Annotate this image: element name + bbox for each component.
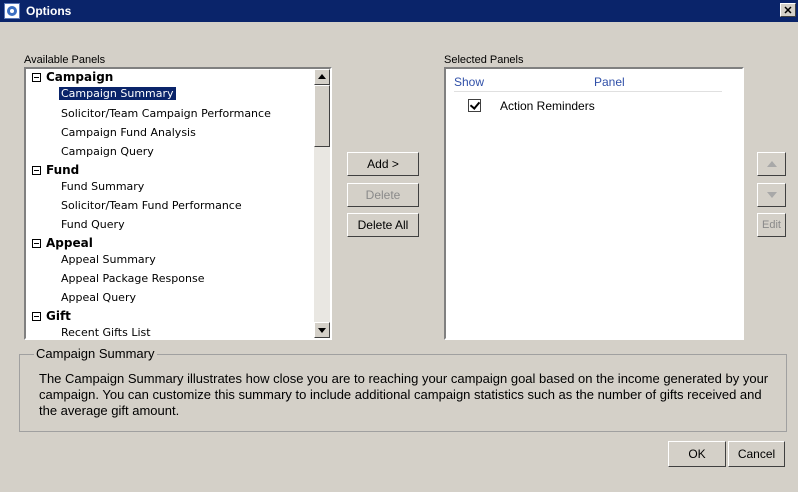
scrollbar-thumb[interactable] [314, 85, 330, 147]
move-up-icon [766, 161, 777, 167]
tree-category-fund[interactable]: Fund [32, 163, 79, 177]
available-panels-tree: Campaign Campaign Summary Solicitor/Team… [24, 67, 332, 340]
move-down-icon [766, 192, 777, 198]
panel-name: Action Reminders [500, 99, 595, 113]
column-header-show[interactable]: Show [454, 75, 484, 89]
tree-category-appeal[interactable]: Appeal [32, 236, 93, 250]
tree-category-label: Gift [46, 309, 71, 323]
description-groupbox: Campaign Summary The Campaign Summary il… [19, 346, 787, 432]
selected-panels-label: Selected Panels [444, 54, 524, 66]
tree-scrollbar[interactable] [314, 69, 330, 338]
tree-item-solicitor-team-fund-performance[interactable]: Solicitor/Team Fund Performance [59, 199, 244, 212]
checkbox-checked-icon[interactable] [468, 99, 481, 112]
tree-category-label: Campaign [46, 70, 114, 84]
tree-category-label: Fund [46, 163, 80, 177]
tree-item-appeal-summary[interactable]: Appeal Summary [59, 253, 158, 266]
selected-panels-list: Show Panel Action Reminders [444, 67, 744, 340]
minus-box-icon[interactable] [32, 311, 41, 321]
delete-all-button[interactable]: Delete All [347, 213, 419, 237]
scroll-down-button[interactable] [314, 322, 330, 338]
tree-item-recent-gifts-list[interactable]: Recent Gifts List [59, 326, 153, 338]
scroll-up-button[interactable] [314, 69, 330, 85]
cancel-button[interactable]: Cancel [728, 441, 785, 467]
close-button[interactable]: ✕ [780, 3, 796, 17]
tree-item-campaign-query[interactable]: Campaign Query [59, 145, 156, 158]
tree-category-gift[interactable]: Gift [32, 309, 71, 323]
scroll-up-arrow-icon [318, 74, 326, 79]
available-panels-label: Available Panels [24, 54, 106, 66]
minus-box-icon[interactable] [32, 72, 41, 82]
edit-button[interactable]: Edit [757, 213, 786, 237]
tree-item-fund-query[interactable]: Fund Query [59, 218, 127, 231]
tree-category-campaign[interactable]: Campaign [32, 70, 113, 84]
description-text: The Campaign Summary illustrates how clo… [39, 371, 769, 418]
add-button[interactable]: Add > [347, 152, 419, 176]
move-up-button[interactable] [757, 152, 786, 176]
tree-item-solicitor-team-campaign-performance[interactable]: Solicitor/Team Campaign Performance [59, 107, 273, 120]
window-title: Options [26, 4, 72, 18]
tree-item-appeal-package-response[interactable]: Appeal Package Response [59, 272, 206, 285]
header-divider [454, 91, 722, 92]
move-down-button[interactable] [757, 183, 786, 207]
delete-button[interactable]: Delete [347, 183, 419, 207]
scroll-down-arrow-icon [318, 328, 326, 333]
list-item[interactable]: Action Reminders [446, 97, 736, 115]
tree-category-label: Appeal [46, 236, 93, 250]
tree-item-fund-summary[interactable]: Fund Summary [59, 180, 146, 193]
title-bar: Options ✕ [0, 0, 798, 22]
tree-item-campaign-fund-analysis[interactable]: Campaign Fund Analysis [59, 126, 198, 139]
tree-viewport: Campaign Campaign Summary Solicitor/Team… [26, 69, 314, 338]
ok-button[interactable]: OK [668, 441, 726, 467]
description-title: Campaign Summary [34, 346, 157, 361]
column-header-panel[interactable]: Panel [594, 75, 625, 89]
tree-item-campaign-summary[interactable]: Campaign Summary [59, 87, 176, 100]
app-globe-icon [4, 3, 20, 19]
minus-box-icon[interactable] [32, 238, 41, 248]
tree-item-appeal-query[interactable]: Appeal Query [59, 291, 138, 304]
minus-box-icon[interactable] [32, 165, 41, 175]
